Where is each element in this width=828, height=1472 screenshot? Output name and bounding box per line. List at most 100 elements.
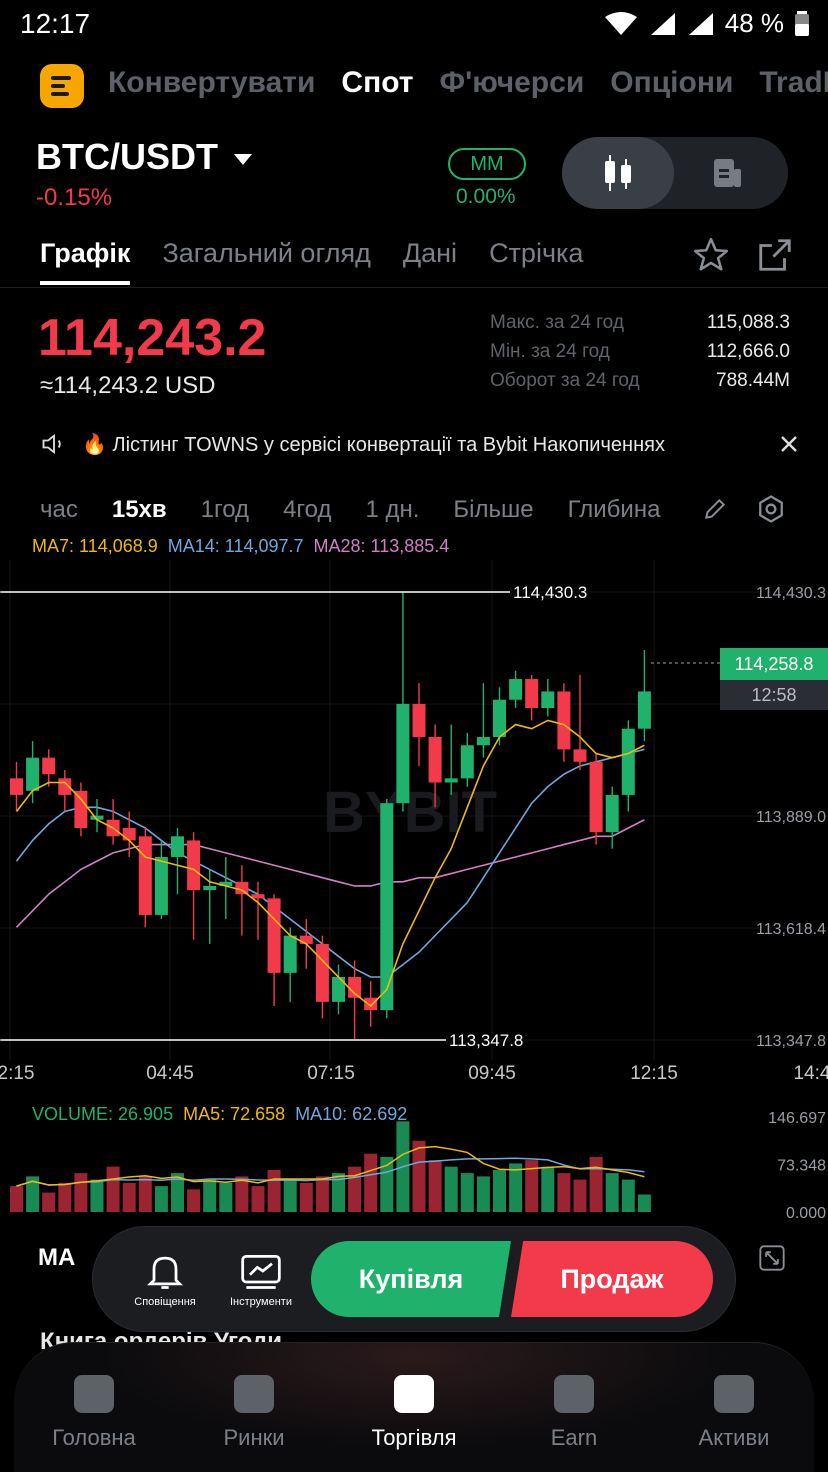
mm-badge[interactable]: MM [448,148,526,180]
timeframe-2[interactable]: 1год [201,496,249,524]
tools-button[interactable]: Інструменти [213,1249,309,1308]
top-nav-tab-3[interactable]: Опціони [610,66,733,100]
bottom-nav: Головна Ринки Торгівля Earn Активи [14,1342,814,1472]
ma-toggle[interactable]: MA [38,1244,75,1272]
nav-item-0[interactable]: Головна [24,1375,164,1451]
y-tick-label: 113,889.0 [756,809,826,826]
alerts-button[interactable]: Сповіщення [117,1249,213,1308]
timeframe-5[interactable]: Більше [453,496,533,524]
top-nav-tabs: Конвертувати Спот Ф'ючерси Опціони TradFi [108,66,828,100]
x-tick-label: 12:15 [630,1063,678,1084]
volume-bar [122,1182,136,1212]
pair-symbol: BTC/USDT [36,136,218,177]
volume-bar [621,1179,635,1212]
high-marker-label: 114,430.3 [513,583,587,602]
price-chart[interactable]: BYBIT 114,430.3 113,347.8 114,430.3 113,889.… [0,560,828,1100]
timeframe-1[interactable]: 15хв [112,496,167,524]
signal-icon-2 [688,12,713,35]
sub-tab-0[interactable]: Графік [40,238,131,285]
top-nav-tab-0[interactable]: Конвертувати [108,66,315,100]
candle-body [187,840,201,891]
volume-bar [476,1176,490,1212]
x-tick-label: 07:15 [307,1063,355,1084]
volume-axis-label: 73.348 [777,1158,826,1175]
volume-bar [58,1182,72,1212]
volume-bar [605,1173,619,1212]
announcement-bar[interactable]: 🔥 Лістинг TOWNS у сервісі конвертації та… [40,428,800,460]
volume-axis-label: 0.000 [786,1205,826,1220]
x-tick-label: 14:4 [794,1063,828,1084]
expand-icon[interactable] [758,1244,786,1272]
volume-bar [90,1179,104,1212]
sub-tab-2[interactable]: Дані [403,238,457,285]
top-nav-tab-4[interactable]: TradFi [759,66,828,100]
x-tick-label: 2:15 [0,1063,34,1084]
view-toggle[interactable] [562,137,788,209]
candles-icon [605,155,631,191]
pencil-icon[interactable] [702,496,728,522]
tools-label: Інструменти [230,1296,292,1308]
trade-icon [394,1375,434,1413]
settings-icon[interactable] [756,494,786,524]
candle-body [573,749,587,762]
candle-body [525,679,539,709]
timeframe-6[interactable]: Глибина [568,496,661,524]
status-indicators: 48 % [603,8,810,39]
nav-label: Earn [550,1425,598,1450]
candle-body [154,856,168,915]
nav-item-3[interactable]: Earn [504,1375,644,1451]
nav-item-1[interactable]: Ринки [184,1375,324,1451]
candle-body [315,943,329,1002]
buy-button[interactable]: Купівля [311,1241,511,1317]
timeframe-3[interactable]: 4год [283,496,331,524]
timeframe-4[interactable]: 1 дн. [365,496,419,524]
volume-bar [10,1186,23,1212]
markets-icon [234,1375,274,1413]
stat-row: Мін. за 24 год 112,666.0 [490,341,790,362]
star-icon[interactable] [692,236,730,274]
candle-body [26,757,40,791]
menu-logo-icon[interactable] [40,64,84,108]
current-price-tag: 114,258.8 [720,648,828,680]
stats-24h: Макс. за 24 год 115,088.3 Мін. за 24 год 1… [490,312,790,399]
share-icon[interactable] [756,236,794,274]
candle-body [396,703,410,804]
y-tick-label: 114,430.3 [756,585,826,602]
volume-bar [74,1173,88,1212]
pair-selector[interactable]: BTC/USDT [36,136,252,178]
timeframe-row: час 15хв 1год 4год 1 дн. Більше Глибина [40,492,800,528]
battery-percent: 48 % [724,8,784,38]
volume-bar [444,1166,458,1212]
divider [0,287,828,288]
candle-body [203,885,217,891]
close-icon[interactable] [778,433,800,455]
timeframe-0[interactable]: час [40,496,78,524]
book-view-icon[interactable] [710,157,744,191]
y-tick-label: 113,618.4 [756,921,826,938]
ma-legend-item-2: MA28: 113,885.4 [313,536,450,556]
sub-tab-3[interactable]: Стрічка [489,238,583,285]
volume-bar [283,1179,297,1212]
candle-body [348,977,362,998]
last-price-usd: ≈114,243.2 USD [40,372,216,399]
nav-item-4[interactable]: Активи [664,1375,804,1451]
candle-body [476,736,490,746]
top-nav-tab-2[interactable]: Ф'ючерси [439,66,584,100]
nav-label: Активи [698,1425,770,1450]
volume-bar [637,1194,651,1212]
low-marker-label: 113,347.8 [449,1031,523,1050]
volume-bar [493,1169,506,1212]
sub-tab-1[interactable]: Загальний огляд [162,238,370,285]
sell-button[interactable]: Продаж [511,1241,713,1317]
signal-icon [650,12,675,35]
stat-row: Макс. за 24 год 115,088.3 [490,312,790,333]
volume-chart[interactable]: 146.697 73.348 0.000 [0,1100,828,1220]
candle-body [621,728,635,795]
volume-bar [203,1179,217,1212]
sub-tabs: Графік Загальний огляд Дані Стрічка [40,238,583,285]
candle-body [251,894,265,899]
top-nav-tab-1[interactable]: Спот [341,66,413,100]
candle-body [171,836,184,857]
nav-item-2[interactable]: Торгівля [344,1375,484,1451]
chart-view-option[interactable] [562,137,674,209]
